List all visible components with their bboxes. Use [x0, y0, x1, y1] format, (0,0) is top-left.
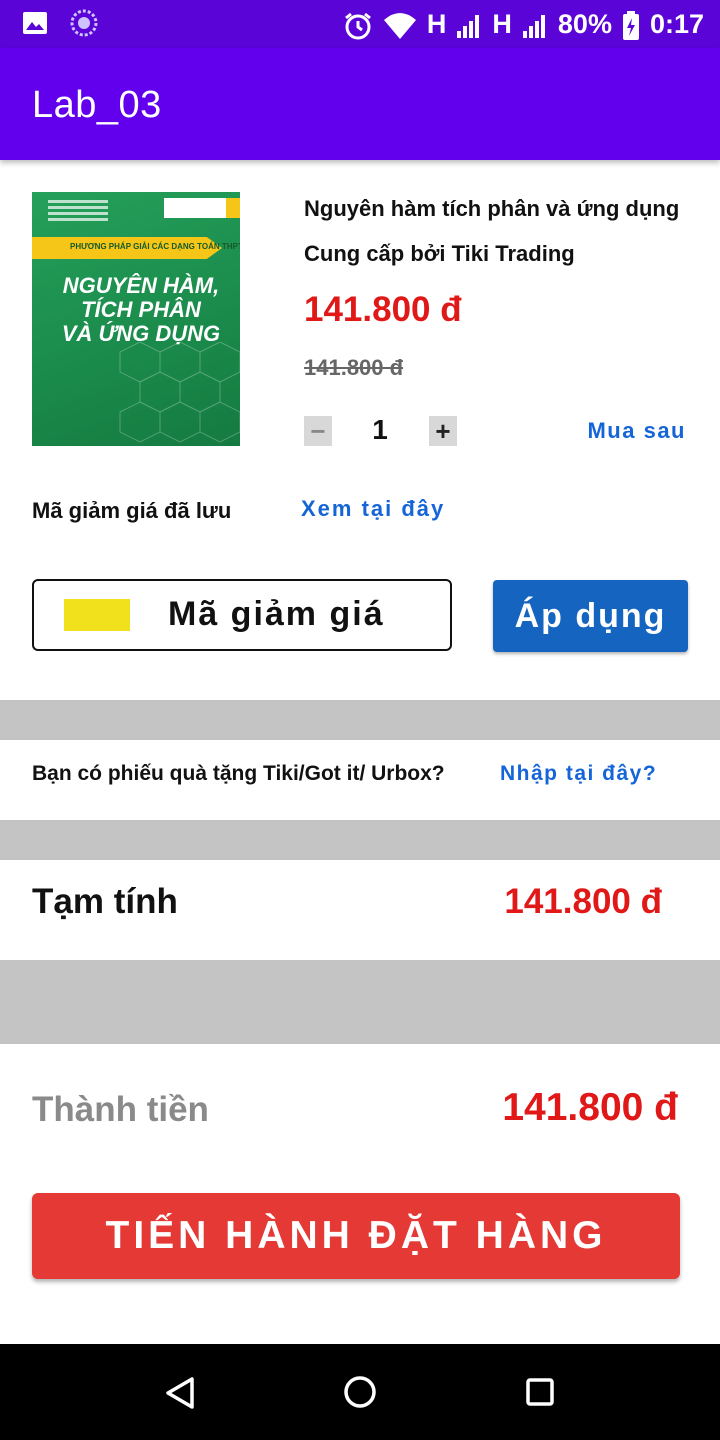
app-bar: Lab_03 [0, 48, 720, 160]
alarm-icon [343, 0, 373, 48]
total-value: 141.800 đ [502, 1086, 678, 1129]
cover-pattern [119, 342, 240, 443]
battery-level: 80% [557, 9, 612, 39]
app-title: Lab_03 [32, 84, 162, 126]
cover-title-line: NGUYÊN HÀM, [62, 273, 220, 298]
quantity-value: 1 [372, 414, 388, 445]
cover-badge-mark [226, 198, 240, 218]
buy-later-link[interactable]: Mua sau [587, 418, 686, 444]
subtotal-label: Tạm tính [32, 882, 178, 921]
cover-author-lines [48, 200, 108, 226]
image-icon [22, 10, 48, 41]
apply-coupon-button[interactable]: Áp dụng [493, 580, 688, 652]
coupon-color-swatch [64, 599, 130, 631]
home-icon[interactable] [343, 1375, 377, 1414]
status-right: H H 80% 0:17 [343, 0, 704, 48]
product-old-price: 141.800 đ [304, 355, 404, 380]
signal-icon-2 [522, 0, 548, 48]
battery-charging-icon [622, 0, 640, 48]
product-name: Nguyên hàm tích phân và ứng dụng [304, 196, 680, 221]
product-image: PHƯƠNG PHÁP GIẢI CÁC DẠNG TOÁN THPT NGUY… [32, 192, 240, 446]
product-seller: Cung cấp bởi Tiki Trading [304, 241, 575, 266]
back-icon[interactable] [164, 1376, 196, 1415]
cover-band-text: PHƯƠNG PHÁP GIẢI CÁC DẠNG TOÁN THPT [70, 242, 240, 251]
cover-title: NGUYÊN HÀM, TÍCH PHÂN VÀ ỨNG DỤNG [46, 274, 236, 346]
total-label: Thành tiền [32, 1090, 209, 1129]
status-bar: H H 80% 0:17 [0, 0, 720, 48]
status-left-icons [22, 9, 98, 42]
clock: 0:17 [649, 9, 704, 39]
coupon-input[interactable]: Mã giảm giá [32, 579, 452, 651]
coupon-input-placeholder: Mã giảm giá [168, 595, 385, 633]
signal-icon [456, 0, 482, 48]
sync-icon [70, 9, 98, 42]
quantity-increase-button[interactable]: + [429, 416, 457, 446]
network-type-1: H [426, 9, 447, 39]
subtotal-value: 141.800 đ [504, 882, 662, 921]
see-saved-coupons-link[interactable]: Xem tại đây [301, 496, 445, 522]
gift-voucher-question: Bạn có phiếu quà tặng Tiki/Got it/ Urbox… [32, 762, 445, 785]
recent-apps-icon[interactable] [526, 1378, 554, 1411]
gift-voucher-link[interactable]: Nhập tại đây? [500, 762, 657, 786]
saved-coupon-label: Mã giảm giá đã lưu [32, 498, 232, 523]
checkout-button[interactable]: TIẾN HÀNH ĐẶT HÀNG [32, 1193, 680, 1279]
quantity-decrease-button[interactable]: − [304, 416, 332, 446]
navigation-bar [0, 1344, 720, 1440]
cover-title-line: TÍCH PHÂN [81, 297, 201, 322]
network-type-2: H [492, 9, 512, 39]
cover-badge [164, 198, 234, 218]
section-divider [0, 700, 720, 740]
section-divider [0, 960, 720, 1044]
product-price: 141.800 đ [304, 290, 462, 329]
section-divider [0, 820, 720, 860]
wifi-icon [383, 0, 417, 48]
